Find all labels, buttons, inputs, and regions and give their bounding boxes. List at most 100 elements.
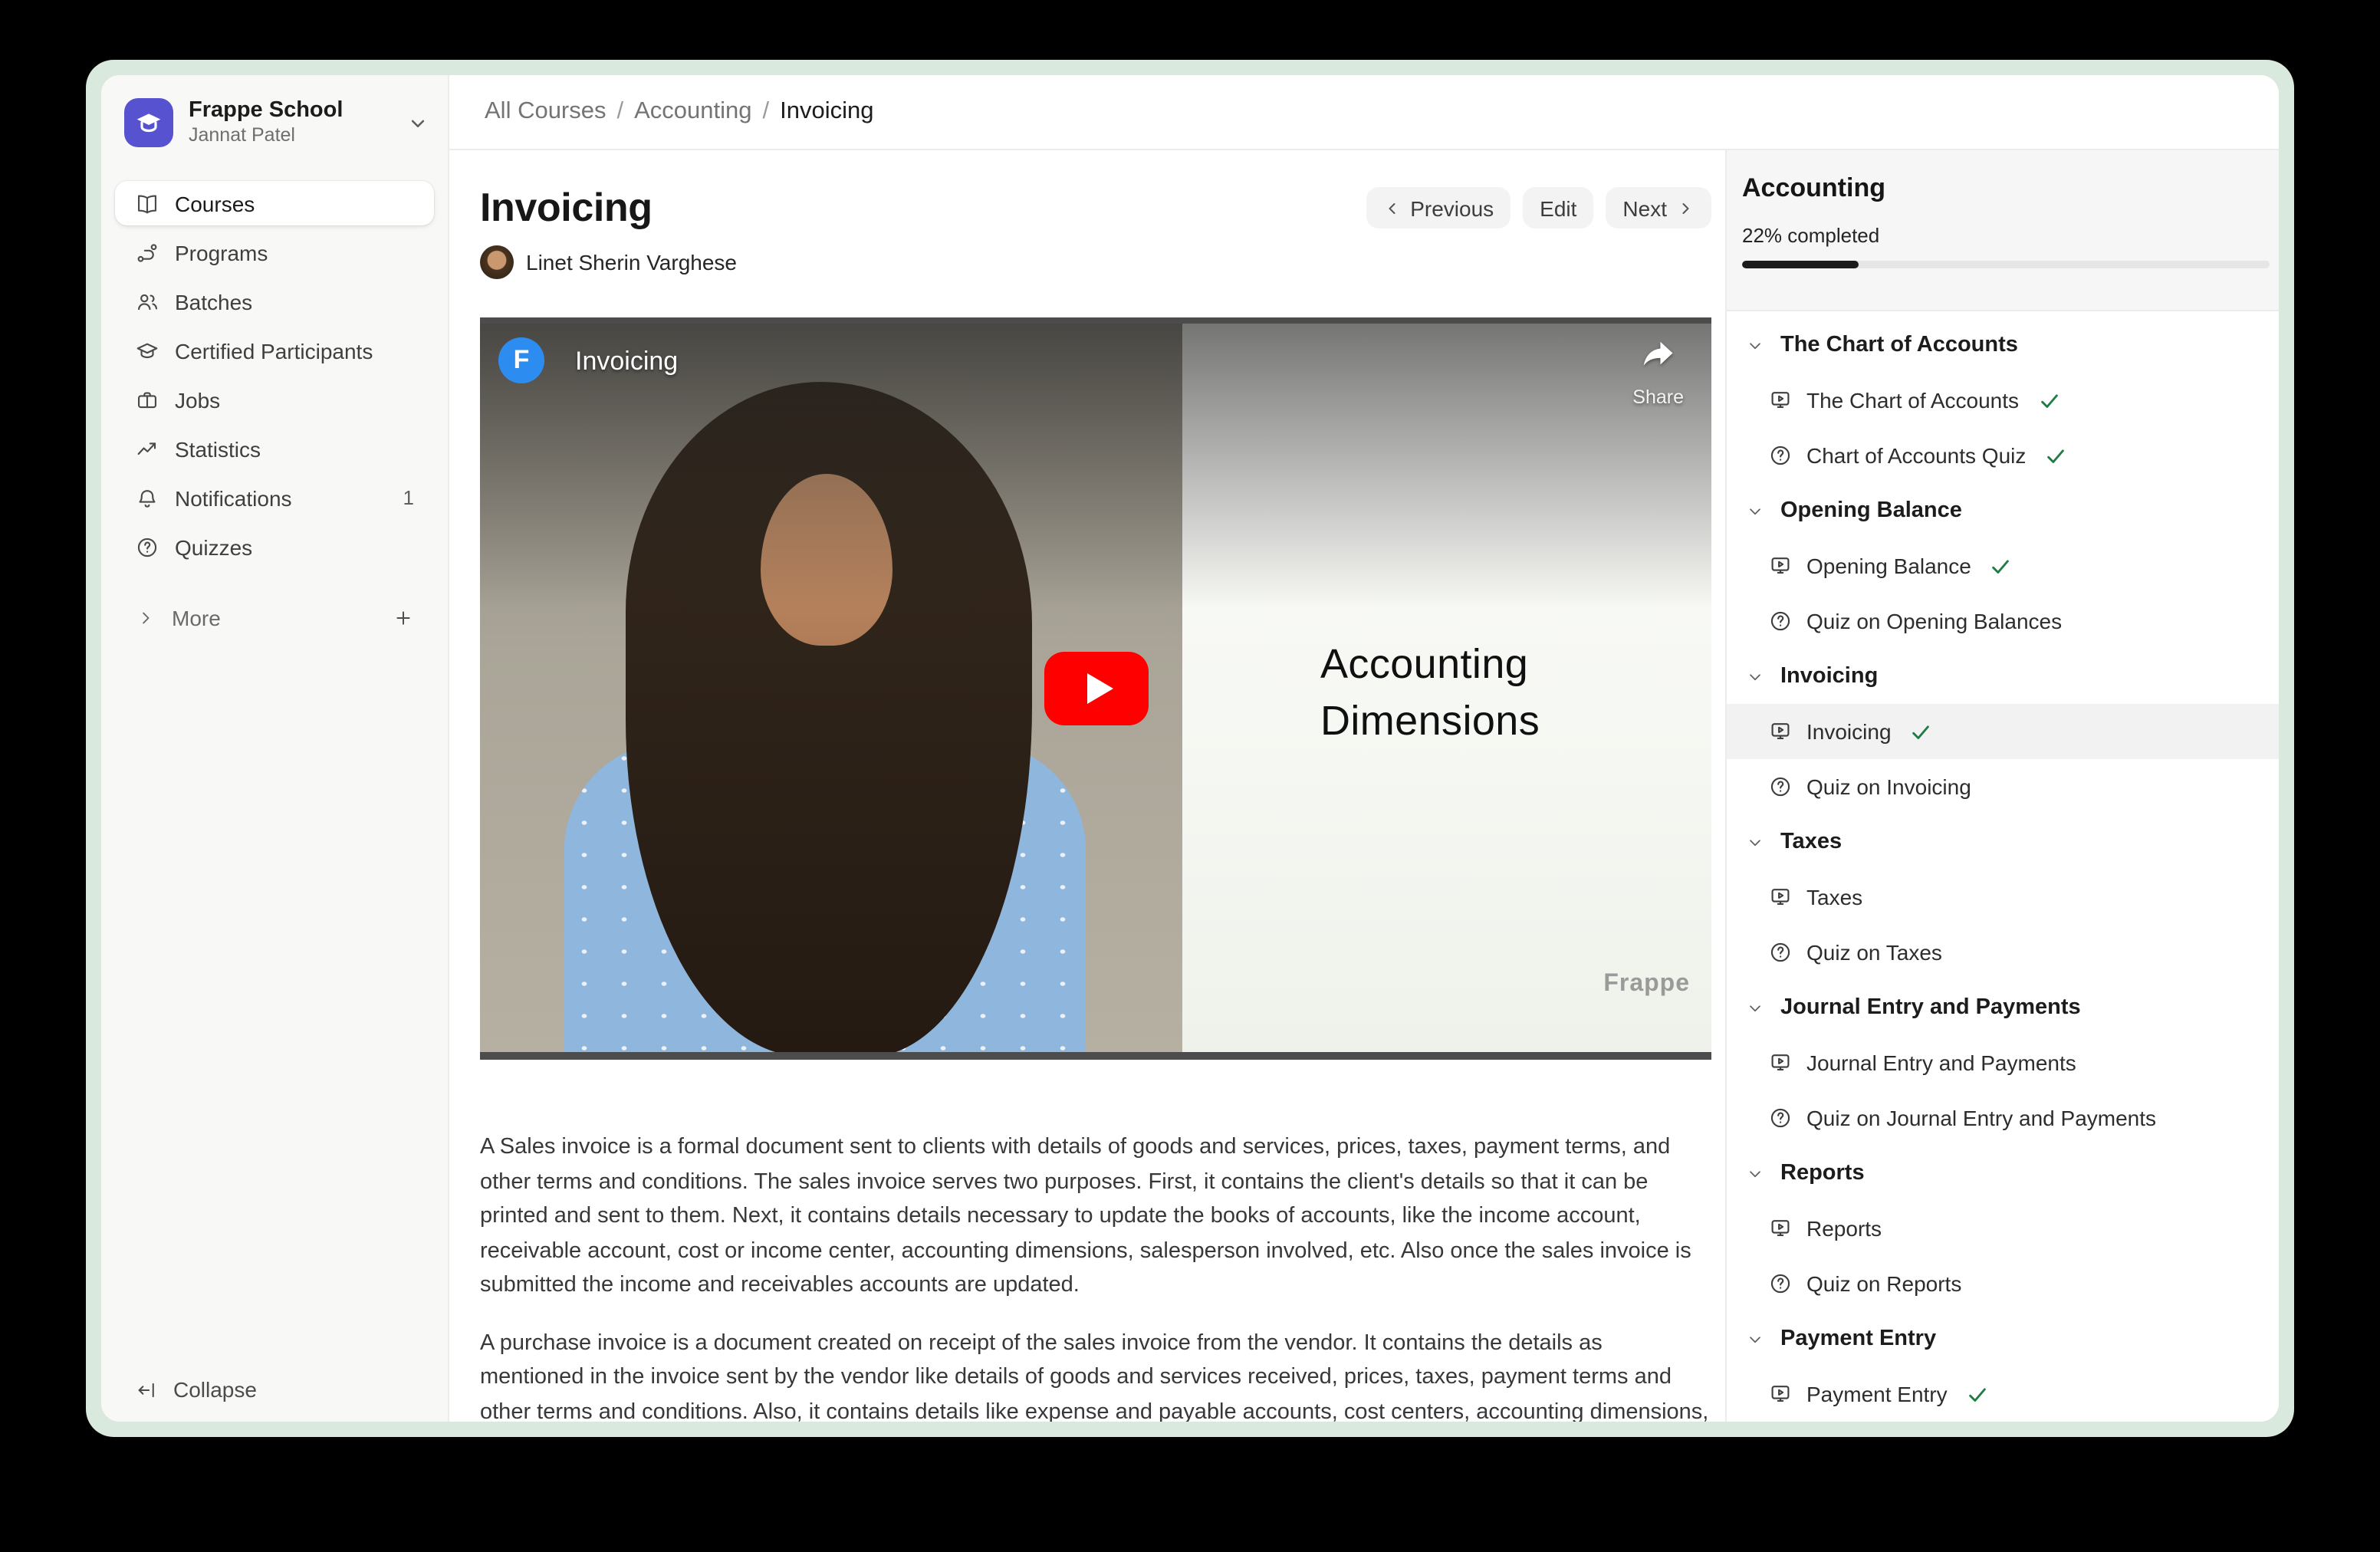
author-name: Linet Sherin Varghese	[526, 250, 737, 275]
breadcrumb-item-accounting[interactable]: Accounting	[634, 98, 751, 126]
edit-button[interactable]: Edit	[1523, 187, 1593, 229]
breadcrumb-item-all-courses[interactable]: All Courses	[485, 98, 607, 126]
sidebar-item-courses[interactable]: Courses	[115, 181, 434, 225]
trend-icon	[135, 436, 159, 461]
outline-item-the-chart-of-accounts[interactable]: The Chart of Accounts	[1727, 373, 2279, 428]
outline-section-journal-entry-and-payments[interactable]: Journal Entry and Payments	[1727, 980, 2279, 1035]
outline-section-title: Opening Balance	[1780, 498, 1962, 523]
check-icon	[1966, 1383, 1989, 1406]
outline-item-label: The Chart of Accounts	[1806, 388, 2019, 413]
route-icon	[135, 240, 159, 265]
body-row: Invoicing Previous Edit Nex	[449, 150, 2279, 1422]
school-name: Frappe School	[189, 99, 343, 124]
sidebar-item-more[interactable]: More	[115, 595, 434, 640]
outline-item-quiz-on-taxes[interactable]: Quiz on Taxes	[1727, 925, 2279, 980]
slide-title: Accounting Dimensions	[1320, 636, 1540, 750]
collapse-label: Collapse	[173, 1377, 257, 1402]
chevron-right-icon	[1676, 199, 1695, 217]
page-title: Invoicing	[480, 184, 653, 232]
sidebar: Frappe School Jannat Patel Courses Progra…	[101, 75, 449, 1422]
outline-item-quiz-on-invoicing[interactable]: Quiz on Invoicing	[1727, 759, 2279, 814]
outline-item-label: Quiz on Taxes	[1806, 940, 1942, 965]
outline-section-title: Journal Entry and Payments	[1780, 995, 2081, 1020]
sidebar-item-statistics[interactable]: Statistics	[115, 426, 434, 471]
plus-icon[interactable]	[393, 607, 414, 628]
sidebar-item-label: Statistics	[175, 436, 261, 461]
outline-item-label: Quiz on Opening Balances	[1806, 609, 2062, 633]
course-title: Accounting	[1742, 173, 2270, 204]
sidebar-item-quizzes[interactable]: Quizzes	[115, 524, 434, 569]
chevron-down-icon[interactable]	[406, 111, 429, 134]
help-icon	[135, 534, 159, 559]
outline-item-payment-entry[interactable]: Payment Entry	[1727, 1366, 2279, 1422]
outline-item-label: Opening Balance	[1806, 554, 1971, 578]
progress-label: 22% completed	[1742, 224, 2270, 247]
video-lesson-icon	[1768, 554, 1793, 578]
sidebar-item-jobs[interactable]: Jobs	[115, 377, 434, 422]
outline-section-payment-entry[interactable]: Payment Entry	[1727, 1311, 2279, 1366]
next-button[interactable]: Next	[1606, 187, 1711, 229]
outline-item-reports[interactable]: Reports	[1727, 1201, 2279, 1256]
outline-item-taxes[interactable]: Taxes	[1727, 870, 2279, 925]
outline-section-title: Invoicing	[1780, 664, 1878, 689]
previous-button[interactable]: Previous	[1366, 187, 1511, 229]
video-lesson-icon	[1768, 885, 1793, 909]
outline-section-title: Reports	[1780, 1161, 1865, 1185]
author-row: Linet Sherin Varghese	[480, 245, 1711, 279]
outline-item-invoicing[interactable]: Invoicing	[1727, 704, 2279, 759]
outline-item-quiz-on-opening-balances[interactable]: Quiz on Opening Balances	[1727, 594, 2279, 649]
chevron-down-icon	[1745, 1329, 1765, 1349]
collapse-sidebar-button[interactable]: Collapse	[115, 1370, 434, 1409]
play-button[interactable]	[1044, 652, 1149, 725]
outline-item-label: Taxes	[1806, 885, 1862, 909]
sidebar-item-certified-participants[interactable]: Certified Participants	[115, 328, 434, 373]
sidebar-nav: Courses Programs Batches Certified Particip…	[101, 147, 448, 574]
outline-item-label: Quiz on Journal Entry and Payments	[1806, 1106, 2156, 1130]
outline-item-label: Chart of Accounts Quiz	[1806, 443, 2026, 468]
outline-item-journal-entry-and-payments[interactable]: Journal Entry and Payments	[1727, 1035, 2279, 1090]
graduation-icon	[135, 338, 159, 363]
graduation-cap-icon	[133, 107, 164, 138]
sidebar-item-programs[interactable]: Programs	[115, 230, 434, 275]
outline-section-the-chart-of-accounts[interactable]: The Chart of Accounts	[1727, 317, 2279, 373]
sidebar-item-label: Courses	[175, 191, 255, 215]
more-label: More	[172, 605, 221, 630]
outline-section-opening-balance[interactable]: Opening Balance	[1727, 483, 2279, 538]
chevron-down-icon	[1745, 335, 1765, 355]
outline-item-chart-of-accounts-quiz[interactable]: Chart of Accounts Quiz	[1727, 428, 2279, 483]
desktop-background: Frappe School Jannat Patel Courses Progra…	[0, 0, 2380, 1552]
sidebar-item-label: Batches	[175, 289, 252, 314]
chevron-down-icon	[1745, 501, 1765, 521]
outline-item-quiz-on-reports[interactable]: Quiz on Reports	[1727, 1256, 2279, 1311]
outline-item-label: Invoicing	[1806, 719, 1892, 744]
lesson-paragraph: A Sales invoice is a formal document sen…	[480, 1130, 1711, 1303]
frappe-school-logo	[124, 98, 173, 147]
lesson-video-player[interactable]: Accounting Dimensions Frappe F Invoicing	[480, 317, 1711, 1060]
briefcase-icon	[135, 387, 159, 412]
quiz-icon	[1768, 940, 1793, 965]
frappe-school-app: Frappe School Jannat Patel Courses Progra…	[101, 75, 2279, 1422]
channel-logo[interactable]: F	[498, 337, 544, 383]
sidebar-item-batches[interactable]: Batches	[115, 279, 434, 324]
outline-section-invoicing[interactable]: Invoicing	[1727, 649, 2279, 704]
sidebar-item-label: Programs	[175, 240, 268, 265]
workspace-switcher[interactable]: Frappe School Jannat Patel	[101, 75, 448, 147]
outline-section-title: The Chart of Accounts	[1780, 333, 2018, 357]
outline-item-opening-balance[interactable]: Opening Balance	[1727, 538, 2279, 594]
video-lesson-icon	[1768, 388, 1793, 413]
sidebar-item-notifications[interactable]: Notifications1	[115, 475, 434, 520]
outline-section-taxes[interactable]: Taxes	[1727, 814, 2279, 870]
outline-item-label: Quiz on Invoicing	[1806, 774, 1971, 799]
video-lesson-icon	[1768, 1382, 1793, 1406]
outline-section-reports[interactable]: Reports	[1727, 1146, 2279, 1201]
users-icon	[135, 289, 159, 314]
author-avatar	[480, 245, 514, 279]
outline-item-quiz-on-journal-entry-and-payments[interactable]: Quiz on Journal Entry and Payments	[1727, 1090, 2279, 1146]
course-outline: The Chart of Accounts The Chart of Accoun…	[1727, 311, 2279, 1422]
content-column: All Courses/Accounting/Invoicing Invoici…	[449, 75, 2279, 1422]
outline-item-label: Payment Entry	[1806, 1382, 1948, 1406]
video-overlay-title[interactable]: Invoicing	[575, 347, 678, 377]
collapse-icon	[135, 1378, 158, 1401]
share-button[interactable]: Share	[1632, 336, 1684, 408]
video-lesson-icon	[1768, 1216, 1793, 1241]
